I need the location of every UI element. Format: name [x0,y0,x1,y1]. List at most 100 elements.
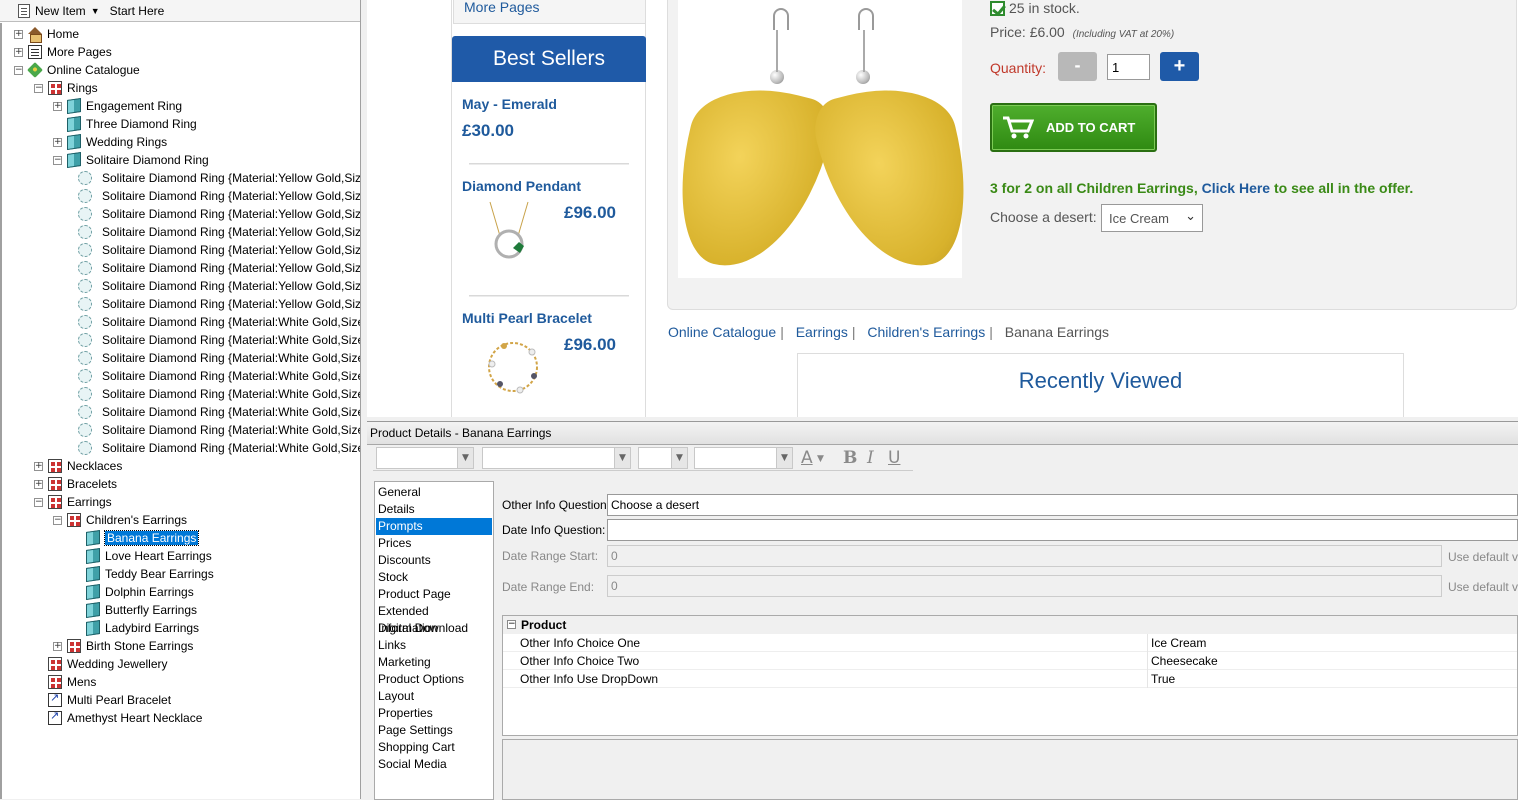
desert-select[interactable]: Ice Cream ⌄ [1101,204,1203,232]
use-default-checkbox-label[interactable]: Use default va [1448,580,1518,594]
tree-node-variant[interactable]: Solitaire Diamond Ring {Material:Yellow … [78,259,360,277]
tree-node-teddy-bear-earrings[interactable]: Teddy Bear Earrings [86,565,214,583]
more-pages-link[interactable]: More Pages [453,0,646,24]
quantity-decrease-button[interactable]: - [1058,52,1097,81]
other-info-question-input[interactable]: Choose a desert [607,494,1518,516]
font-family-combo[interactable]: ▼ [376,447,474,469]
best-seller-name[interactable]: May - Emerald [462,96,557,112]
tree-node-ladybird-earrings[interactable]: Ladybird Earrings [86,619,199,637]
font-size-combo[interactable]: ▼ [638,447,688,469]
tree-node-variant[interactable]: Solitaire Diamond Ring {Material:Yellow … [78,169,360,187]
tree-node-earrings[interactable]: Earrings [48,493,112,511]
chevron-down-icon[interactable]: ▼ [817,454,824,464]
property-value[interactable]: True [1151,670,1175,688]
tree-node-multi-pearl-bracelet[interactable]: Multi Pearl Bracelet [48,691,171,709]
nav-item-shopping-cart[interactable]: Shopping Cart [376,739,492,756]
tree-node-variant[interactable]: Solitaire Diamond Ring {Material:White G… [78,385,360,403]
font-style-combo[interactable]: ▼ [482,447,631,469]
diamond-pendant-image[interactable] [480,200,538,262]
nav-item-details[interactable]: Details [376,501,492,518]
nav-item-marketing[interactable]: Marketing [376,654,492,671]
tree-node-rings[interactable]: Rings [48,79,98,97]
expand-icon[interactable]: + [53,642,62,651]
tree-node-mens[interactable]: Mens [48,673,96,691]
tree-node-online-catalogue[interactable]: Online Catalogue [27,61,140,79]
tree-node-variant[interactable]: Solitaire Diamond Ring {Material:White G… [78,349,360,367]
tree-node-variant[interactable]: Solitaire Diamond Ring {Material:White G… [78,421,360,439]
tree-node-dolphin-earrings[interactable]: Dolphin Earrings [86,583,194,601]
best-seller-name[interactable]: Multi Pearl Bracelet [462,310,592,326]
nav-item-product-page[interactable]: Product Page [376,586,492,603]
banana-earrings-image[interactable] [659,0,987,284]
nav-item-page-settings[interactable]: Page Settings [376,722,492,739]
tree-node-butterfly-earrings[interactable]: Butterfly Earrings [86,601,197,619]
collapse-icon[interactable]: − [34,84,43,93]
tree-node-variant[interactable]: Solitaire Diamond Ring {Material:Yellow … [78,205,360,223]
collapse-icon[interactable]: − [34,498,43,507]
tree-node-necklaces[interactable]: Necklaces [48,457,122,475]
breadcrumb-link[interactable]: Online Catalogue [668,324,776,340]
quantity-increase-button[interactable]: + [1160,52,1199,81]
tree-node-three-diamond-ring[interactable]: Three Diamond Ring [67,115,197,133]
multi-pearl-bracelet-image[interactable] [480,334,546,400]
nav-item-layout[interactable]: Layout [376,688,492,705]
tree-node-home[interactable]: Home [28,25,79,43]
use-default-checkbox-label[interactable]: Use default va [1448,550,1518,564]
collapse-icon[interactable]: − [53,156,62,165]
property-row[interactable]: Other Info Use DropDown True [503,670,1517,688]
start-here-button[interactable]: Start Here [110,4,165,18]
tree-node-banana-earrings[interactable]: Banana Earrings [86,529,200,547]
nav-item-properties[interactable]: Properties [376,705,492,722]
chevron-down-icon[interactable]: ▼ [91,6,100,16]
tree-node-birth-stone-earrings[interactable]: Birth Stone Earrings [67,637,193,655]
tree-node-variant[interactable]: Solitaire Diamond Ring {Material:Yellow … [78,241,360,259]
tree-node-wedding-jewellery[interactable]: Wedding Jewellery [48,655,168,673]
tree-node-childrens-earrings[interactable]: Children's Earrings [67,511,187,529]
new-item-button[interactable]: New Item [35,4,86,18]
tree-node-solitaire-diamond-ring[interactable]: Solitaire Diamond Ring [67,151,209,169]
nav-item-links[interactable]: Links [376,637,492,654]
property-value[interactable]: Cheesecake [1151,652,1218,670]
expand-icon[interactable]: + [14,30,23,39]
nav-item-prices[interactable]: Prices [376,535,492,552]
tree-node-variant[interactable]: Solitaire Diamond Ring {Material:Yellow … [78,223,360,241]
collapse-icon[interactable]: − [53,516,62,525]
font-color-icon[interactable]: A [801,448,813,468]
property-row[interactable]: Other Info Choice Two Cheesecake [503,652,1517,670]
nav-item-social-media[interactable]: Social Media [376,756,492,773]
tree-node-variant[interactable]: Solitaire Diamond Ring {Material:White G… [78,313,360,331]
italic-icon[interactable]: I [867,448,874,468]
tree-node-variant[interactable]: Solitaire Diamond Ring {Material:Yellow … [78,277,360,295]
tree-node-bracelets[interactable]: Bracelets [48,475,117,493]
tree-node-variant[interactable]: Solitaire Diamond Ring {Material:White G… [78,331,360,349]
tree-node-variant[interactable]: Solitaire Diamond Ring {Material:White G… [78,403,360,421]
offer-link[interactable]: Click Here [1202,180,1270,196]
property-category[interactable]: − Product [503,616,1517,634]
bold-icon[interactable]: B [843,448,857,468]
date-info-question-input[interactable] [607,519,1518,541]
tree-node-variant[interactable]: Solitaire Diamond Ring {Material:White G… [78,439,360,457]
tree-node-amethyst-heart-necklace[interactable]: Amethyst Heart Necklace [48,709,202,727]
breadcrumb-link[interactable]: Children's Earrings [867,324,985,340]
expand-icon[interactable]: + [14,48,23,57]
add-to-cart-button[interactable]: ADD TO CART [990,103,1157,152]
tree-node-engagement-ring[interactable]: Engagement Ring [67,97,182,115]
nav-item-extended-information[interactable]: Extended Information [376,603,492,635]
nav-item-general[interactable]: General [376,484,492,501]
collapse-icon[interactable]: − [14,66,23,75]
tree-node-wedding-rings[interactable]: Wedding Rings [67,133,167,151]
tree-node-variant[interactable]: Solitaire Diamond Ring {Material:White G… [78,367,360,385]
breadcrumb-link[interactable]: Earrings [796,324,848,340]
tree-node-more-pages[interactable]: More Pages [28,43,112,61]
expand-icon[interactable]: + [53,102,62,111]
date-range-end-input[interactable]: 0 [607,575,1442,597]
nav-item-product-options[interactable]: Product Options [376,671,492,688]
date-range-start-input[interactable]: 0 [607,545,1442,567]
font-color-combo[interactable]: ▼ [694,447,793,469]
underline-icon[interactable]: U [888,448,900,468]
nav-item-digital-download[interactable]: Digital Download [376,620,492,637]
nav-item-discounts[interactable]: Discounts [376,552,492,569]
tree-node-variant[interactable]: Solitaire Diamond Ring {Material:Yellow … [78,295,360,313]
nav-item-stock[interactable]: Stock [376,569,492,586]
tree-node-love-heart-earrings[interactable]: Love Heart Earrings [86,547,212,565]
